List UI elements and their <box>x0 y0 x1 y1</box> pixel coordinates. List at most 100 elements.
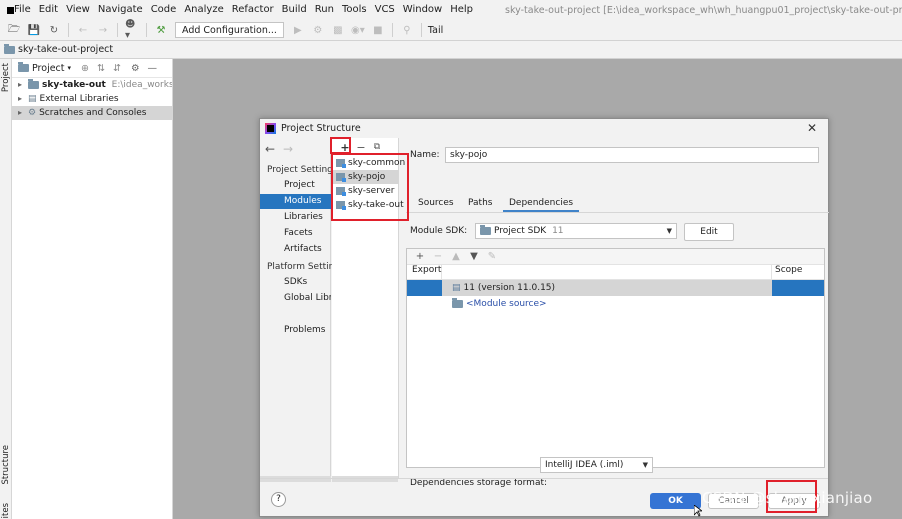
settings-nav: ← → Project Settings Project Modules Lib… <box>260 138 340 482</box>
favorites-tool-tab[interactable]: ites <box>1 503 11 518</box>
remove-module-button[interactable]: − <box>353 141 369 154</box>
project-tool-tab[interactable]: Project <box>1 63 11 92</box>
edit-sdk-button[interactable]: Edit <box>684 223 734 241</box>
menu-view[interactable]: View <box>62 0 94 20</box>
toolbar-divider <box>146 23 147 37</box>
tree-item-external-libraries[interactable]: ▸ ▤ External Libraries <box>12 92 172 106</box>
tree-item-path: E:\idea_workspac <box>111 80 172 90</box>
hammer-icon[interactable]: ⚒ <box>154 23 168 37</box>
close-icon[interactable]: ✕ <box>807 121 817 135</box>
chevron-right-icon[interactable]: ▸ <box>18 106 28 120</box>
add-module-button[interactable]: + <box>337 141 353 154</box>
minimize-icon[interactable]: — <box>147 63 157 74</box>
sync-icon[interactable]: ↻ <box>47 23 61 37</box>
project-view-selector[interactable]: Project <box>32 63 65 74</box>
tab-sources[interactable]: Sources <box>412 195 460 212</box>
nav-item-libraries[interactable]: Libraries <box>260 210 331 225</box>
tab-paths[interactable]: Paths <box>462 195 498 212</box>
dependency-cell[interactable]: <Module source> <box>442 296 772 312</box>
add-configuration-button[interactable]: Add Configuration... <box>175 22 284 38</box>
move-up-icon[interactable]: ▲ <box>447 251 465 262</box>
library-icon: ▤ <box>28 94 37 104</box>
dependency-row[interactable]: <Module source> <box>407 296 824 312</box>
chevron-down-icon: ▼ <box>642 461 648 469</box>
menu-help[interactable]: Help <box>446 0 477 20</box>
tab-dependencies[interactable]: Dependencies <box>503 195 580 212</box>
module-name-input[interactable]: sky-pojo <box>445 147 819 163</box>
collapse-all-icon[interactable]: ⇵ <box>113 63 121 74</box>
add-dependency-icon[interactable]: + <box>411 251 429 262</box>
search-icon[interactable]: ⚲ <box>400 23 414 37</box>
tail-button[interactable]: Tail <box>428 25 443 36</box>
export-cell[interactable] <box>407 280 442 296</box>
main-toolbar: 🗁 💾 ↻ ← → ☻▾ ⚒ Add Configuration... ▶ ⚙ … <box>0 19 902 41</box>
profile-icon[interactable]: ◉▾ <box>351 23 365 37</box>
dependencies-header: Export Scope <box>407 265 824 280</box>
nav-item-artifacts[interactable]: Artifacts <box>260 242 331 257</box>
dependency-cell[interactable]: ▤ 11 (version 11.0.15) <box>442 280 772 296</box>
menu-refactor[interactable]: Refactor <box>228 0 278 20</box>
menu-analyze[interactable]: Analyze <box>180 0 227 20</box>
module-item[interactable]: sky-take-out <box>332 198 404 212</box>
module-item[interactable]: sky-pojo <box>332 170 398 184</box>
user-icon[interactable]: ☻▾ <box>125 19 139 41</box>
module-item-label: sky-take-out <box>348 200 404 210</box>
dependency-label: 11 (version 11.0.15) <box>463 283 556 293</box>
back-icon[interactable]: ← <box>76 23 90 37</box>
intellij-logo-icon <box>265 123 276 134</box>
stop-icon[interactable]: ■ <box>371 23 385 37</box>
menu-window[interactable]: Window <box>399 0 446 20</box>
storage-format-dropdown[interactable]: IntelliJ IDEA (.iml) ▼ <box>540 457 653 473</box>
open-folder-icon[interactable]: 🗁 <box>7 23 21 37</box>
nav-item-sdks[interactable]: SDKs <box>260 275 331 290</box>
tree-item-scratches[interactable]: ▸ ⚙ Scratches and Consoles <box>12 106 172 120</box>
module-item[interactable]: sky-server <box>332 184 398 198</box>
nav-item-global-libraries[interactable]: Global Librar <box>260 291 331 306</box>
chevron-right-icon[interactable]: ▸ <box>18 92 28 106</box>
expand-all-icon[interactable]: ⇅ <box>97 63 105 74</box>
menu-vcs[interactable]: VCS <box>371 0 399 20</box>
chevron-right-icon[interactable]: ▸ <box>18 78 28 92</box>
copy-module-button[interactable]: ⧉ <box>369 142 385 152</box>
dependency-row[interactable]: ▤ 11 (version 11.0.15) <box>407 280 824 296</box>
dependency-column-header[interactable] <box>442 265 772 279</box>
module-icon <box>336 186 346 196</box>
remove-dependency-icon[interactable]: − <box>429 251 447 262</box>
platform-settings-header: Platform Setting <box>267 262 341 272</box>
move-down-icon[interactable]: ▼ <box>465 251 483 262</box>
edit-pencil-icon[interactable]: ✎ <box>483 251 501 262</box>
nav-item-modules[interactable]: Modules <box>260 194 331 209</box>
breadcrumb-project[interactable]: sky-take-out-project <box>18 44 113 55</box>
nav-item-project[interactable]: Project <box>260 178 331 193</box>
menu-code[interactable]: Code <box>147 0 181 20</box>
gear-icon[interactable]: ⚙ <box>131 63 140 74</box>
forward-arrow-icon[interactable]: → <box>283 142 293 156</box>
module-item[interactable]: sky-common <box>332 156 405 170</box>
run-icon[interactable]: ▶ <box>291 23 305 37</box>
locate-icon[interactable]: ⊕ <box>81 63 89 74</box>
coverage-icon[interactable]: ▩ <box>331 23 345 37</box>
nav-item-facets[interactable]: Facets <box>260 226 331 241</box>
debug-icon[interactable]: ⚙ <box>311 23 325 37</box>
chevron-down-icon[interactable]: ▾ <box>68 64 72 72</box>
structure-tool-tab[interactable]: Structure <box>1 445 11 485</box>
export-column-header[interactable]: Export <box>407 265 442 279</box>
nav-item-problems[interactable]: Problems <box>260 323 331 338</box>
tree-item-sky-take-out[interactable]: ▸ sky-take-out E:\idea_workspac <box>12 78 172 92</box>
forward-icon[interactable]: → <box>96 23 110 37</box>
dependencies-toolbar: + − ▲ ▼ ✎ <box>407 249 824 265</box>
save-icon[interactable]: 💾 <box>27 23 41 37</box>
module-list-panel: + − ⧉ sky-common sky-pojo sky-server sky… <box>332 138 405 482</box>
menu-edit[interactable]: Edit <box>35 0 62 20</box>
menu-navigate[interactable]: Navigate <box>94 0 147 20</box>
help-button[interactable]: ? <box>271 492 286 507</box>
menu-tools[interactable]: Tools <box>338 0 371 20</box>
back-arrow-icon[interactable]: ← <box>265 142 275 156</box>
module-sdk-dropdown[interactable]: Project SDK 11 ▼ <box>475 223 677 239</box>
scope-column-header[interactable]: Scope <box>772 265 802 279</box>
scope-cell[interactable] <box>772 280 824 296</box>
tree-item-label: sky-take-out <box>42 80 106 90</box>
menu-run[interactable]: Run <box>311 0 338 20</box>
menu-build[interactable]: Build <box>278 0 311 20</box>
module-sdk-value: Project SDK <box>494 226 547 236</box>
